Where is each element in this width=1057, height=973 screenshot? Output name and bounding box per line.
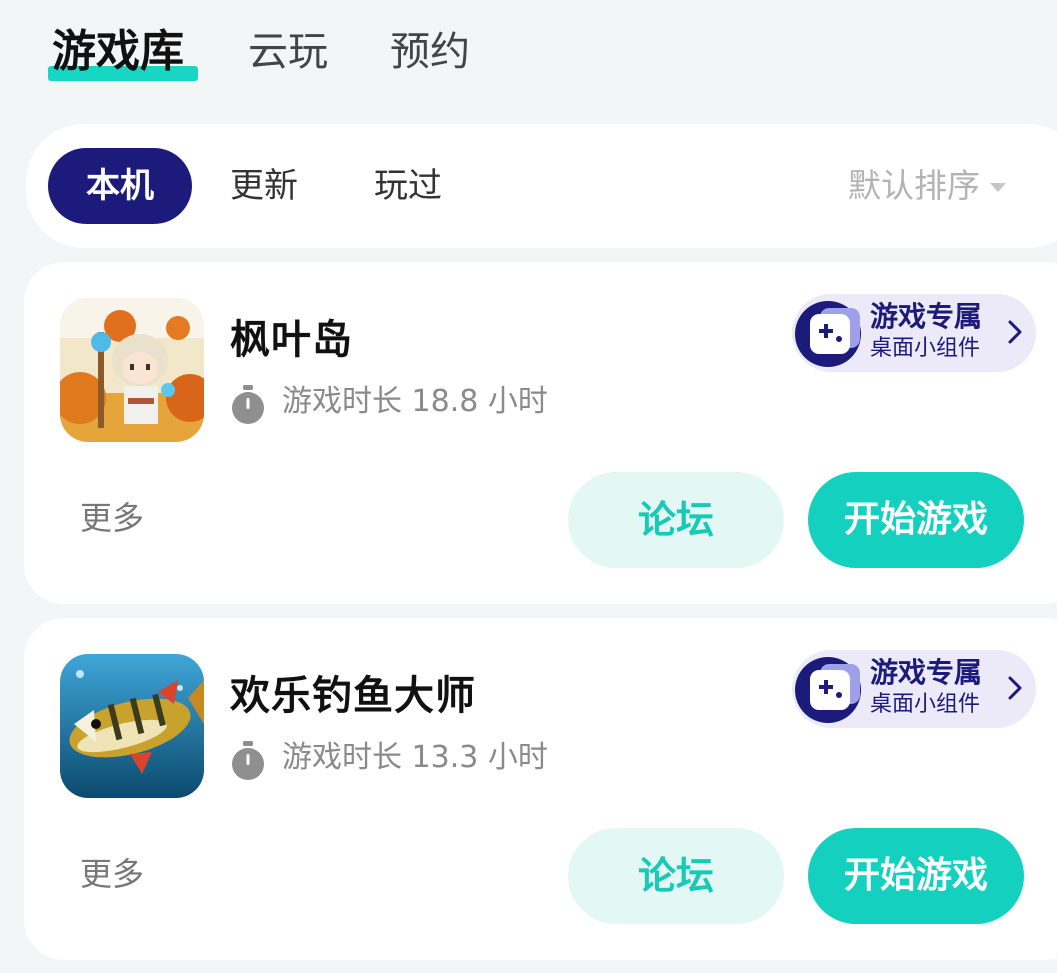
start-game-button[interactable]: 开始游戏 xyxy=(808,828,1024,924)
tab-game-library[interactable]: 游戏库 xyxy=(52,22,184,82)
gamepad-widget-icon xyxy=(795,301,861,367)
widget-title: 游戏专属 xyxy=(870,300,983,333)
desktop-widget-badge[interactable]: 游戏专属 桌面小组件 xyxy=(792,294,1036,372)
maple-island-game-icon[interactable] xyxy=(60,298,204,442)
filter-bar: 本机 更新 玩过 默认排序 xyxy=(26,124,1057,248)
desktop-widget-badge[interactable]: 游戏专属 桌面小组件 xyxy=(792,650,1036,728)
fishing-master-game-icon[interactable] xyxy=(60,654,204,798)
game-card: 枫叶岛 游戏时长 18.8 小时 游戏专属 桌面小组件 更多 论坛 开始游戏 xyxy=(24,262,1057,604)
game-card: 欢乐钓鱼大师 游戏时长 13.3 小时 游戏专属 桌面小组件 更多 论坛 开始游… xyxy=(24,618,1057,960)
tab-reservations[interactable]: 预约 xyxy=(390,22,470,82)
filter-chip-local[interactable]: 本机 xyxy=(48,148,192,224)
more-link[interactable]: 更多 xyxy=(80,494,144,542)
forum-button[interactable]: 论坛 xyxy=(568,472,784,568)
start-game-button[interactable]: 开始游戏 xyxy=(808,472,1024,568)
widget-subtitle: 桌面小组件 xyxy=(870,336,981,361)
stopwatch-icon xyxy=(232,741,264,780)
playtime-text: 游戏时长 18.8 小时 xyxy=(282,384,548,419)
widget-subtitle: 桌面小组件 xyxy=(870,692,981,717)
top-tab-bar: 游戏库 云玩 预约 xyxy=(0,0,1057,110)
stopwatch-icon xyxy=(232,385,264,424)
chevron-right-icon xyxy=(1008,320,1022,344)
more-link[interactable]: 更多 xyxy=(80,850,144,898)
filter-chip-updates[interactable]: 更新 xyxy=(230,148,298,224)
game-name: 枫叶岛 xyxy=(230,317,353,363)
sort-label: 默认排序 xyxy=(848,166,980,205)
sort-dropdown[interactable]: 默认排序 xyxy=(848,148,1006,224)
forum-button[interactable]: 论坛 xyxy=(568,828,784,924)
chevron-right-icon xyxy=(1008,676,1022,700)
filter-chip-played[interactable]: 玩过 xyxy=(374,148,442,224)
tab-cloud-play[interactable]: 云玩 xyxy=(248,22,328,82)
gamepad-widget-icon xyxy=(795,657,861,723)
game-name: 欢乐钓鱼大师 xyxy=(230,673,476,719)
widget-title: 游戏专属 xyxy=(870,656,983,689)
caret-down-icon xyxy=(990,183,1006,192)
playtime-text: 游戏时长 13.3 小时 xyxy=(282,740,548,775)
